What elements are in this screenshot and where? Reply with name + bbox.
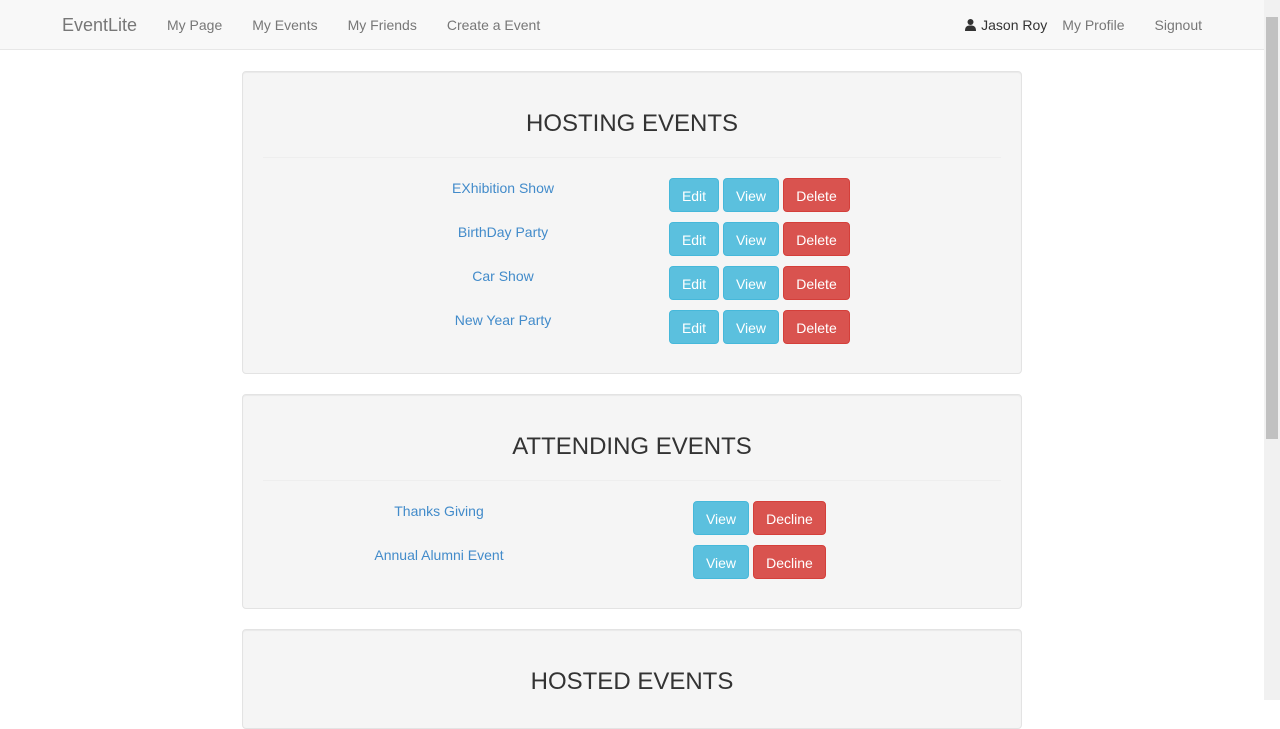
current-user: Jason Roy <box>965 0 1047 50</box>
hosting-event-row: EXhibition Show Edit View Delete <box>243 178 1021 212</box>
hosting-event-link[interactable]: Car Show <box>383 266 623 286</box>
decline-button[interactable]: Decline <box>753 545 826 579</box>
attending-event-row: Annual Alumni Event View Decline <box>243 545 1021 579</box>
view-button[interactable]: View <box>723 266 779 300</box>
divider <box>263 480 1001 481</box>
decline-button[interactable]: Decline <box>753 501 826 535</box>
view-button[interactable]: View <box>723 222 779 256</box>
user-icon <box>965 19 977 31</box>
view-button[interactable]: View <box>723 310 779 344</box>
nav-my-friends[interactable]: My Friends <box>333 0 432 50</box>
brand-link[interactable]: EventLite <box>62 15 137 35</box>
hosting-events-title: HOSTING EVENTS <box>525 110 739 137</box>
hosting-event-link[interactable]: New Year Party <box>383 310 623 330</box>
top-navbar: EventLite My Page My Events My Friends C… <box>0 0 1264 50</box>
nav-signout[interactable]: Signout <box>1140 0 1217 50</box>
page-scrollbar[interactable] <box>1264 0 1280 700</box>
main-nav: My Page My Events My Friends Create a Ev… <box>152 0 555 50</box>
attending-event-row: Thanks Giving View Decline <box>243 501 1021 535</box>
hosting-event-row: Car Show Edit View Delete <box>243 266 1021 300</box>
delete-button[interactable]: Delete <box>783 178 850 212</box>
hosting-event-row: New Year Party Edit View Delete <box>243 310 1021 344</box>
user-nav: Jason Roy My Profile Signout <box>965 0 1217 50</box>
hosted-events-title: HOSTED EVENTS <box>530 668 734 695</box>
delete-button[interactable]: Delete <box>783 310 850 344</box>
attending-events-title: ATTENDING EVENTS <box>512 433 752 460</box>
delete-button[interactable]: Delete <box>783 266 850 300</box>
view-button[interactable]: View <box>693 501 749 535</box>
nav-create-event[interactable]: Create a Event <box>432 0 555 50</box>
edit-button[interactable]: Edit <box>669 178 719 212</box>
delete-button[interactable]: Delete <box>783 222 850 256</box>
scrollbar-thumb[interactable] <box>1266 17 1278 439</box>
hosting-event-row: BirthDay Party Edit View Delete <box>243 222 1021 256</box>
user-name: Jason Roy <box>981 17 1048 33</box>
nav-my-profile[interactable]: My Profile <box>1047 0 1139 50</box>
divider <box>263 157 1001 158</box>
edit-button[interactable]: Edit <box>669 310 719 344</box>
hosted-events-panel: HOSTED EVENTS <box>242 629 1022 729</box>
edit-button[interactable]: Edit <box>669 222 719 256</box>
view-button[interactable]: View <box>693 545 749 579</box>
hosting-event-link[interactable]: EXhibition Show <box>383 178 623 198</box>
attending-event-link[interactable]: Annual Alumni Event <box>319 545 559 565</box>
hosting-event-link[interactable]: BirthDay Party <box>383 222 623 242</box>
hosting-events-panel: HOSTING EVENTS EXhibition Show Edit View… <box>242 71 1022 374</box>
nav-my-events[interactable]: My Events <box>237 0 332 50</box>
attending-events-panel: ATTENDING EVENTS Thanks Giving View Decl… <box>242 394 1022 609</box>
nav-my-page[interactable]: My Page <box>152 0 237 50</box>
view-button[interactable]: View <box>723 178 779 212</box>
edit-button[interactable]: Edit <box>669 266 719 300</box>
attending-event-link[interactable]: Thanks Giving <box>319 501 559 521</box>
